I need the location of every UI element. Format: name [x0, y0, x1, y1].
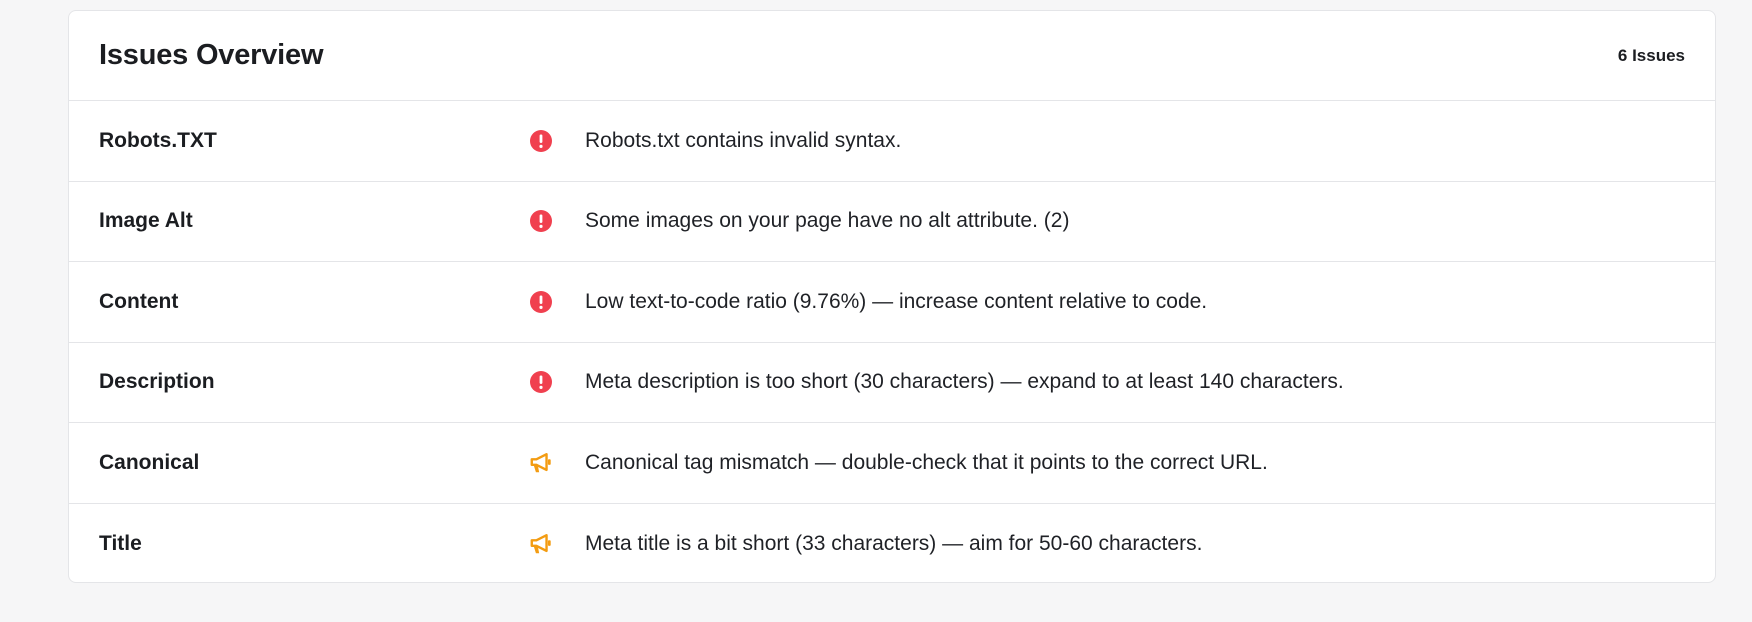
issues-overview-card: Issues Overview 6 Issues Robots.TXT Robo… — [68, 10, 1716, 583]
issue-row-content: Content Low text-to-code ratio (9.76%) —… — [69, 262, 1715, 343]
issue-row-image-alt: Image Alt Some images on your page have … — [69, 182, 1715, 262]
issue-row-robots-txt: Robots.TXT Robots.txt contains invalid s… — [69, 101, 1715, 182]
issue-message: Canonical tag mismatch — double-check th… — [585, 450, 1268, 474]
issue-name: Canonical — [99, 450, 200, 474]
megaphone-icon — [529, 532, 553, 556]
error-icon — [529, 209, 553, 233]
issue-name: Robots.TXT — [99, 128, 217, 152]
issue-row-canonical: Canonical Canonical tag mismatch — doubl… — [69, 423, 1715, 504]
error-icon — [529, 129, 553, 153]
issue-message: Robots.txt contains invalid syntax. — [585, 128, 902, 152]
issue-name: Description — [99, 370, 215, 394]
issue-message: Meta title is a bit short (33 characters… — [585, 531, 1203, 555]
issue-message: Meta description is too short (30 charac… — [585, 370, 1344, 394]
issue-name: Title — [99, 531, 142, 555]
issue-message: Low text-to-code ratio (9.76%) — increas… — [585, 289, 1208, 313]
megaphone-icon — [529, 451, 553, 475]
issue-name: Image Alt — [99, 209, 193, 233]
issue-name: Content — [99, 289, 179, 313]
page-title: Issues Overview — [99, 39, 324, 71]
issue-message: Some images on your page have no alt att… — [585, 209, 1070, 233]
error-icon — [529, 290, 553, 314]
error-icon — [529, 370, 553, 394]
card-header: Issues Overview 6 Issues — [69, 11, 1715, 101]
issue-row-description: Description Meta description is too shor… — [69, 343, 1715, 423]
issue-row-title: Title Meta title is a bit short (33 char… — [69, 504, 1715, 583]
issue-count-badge: 6 Issues — [1617, 45, 1685, 65]
